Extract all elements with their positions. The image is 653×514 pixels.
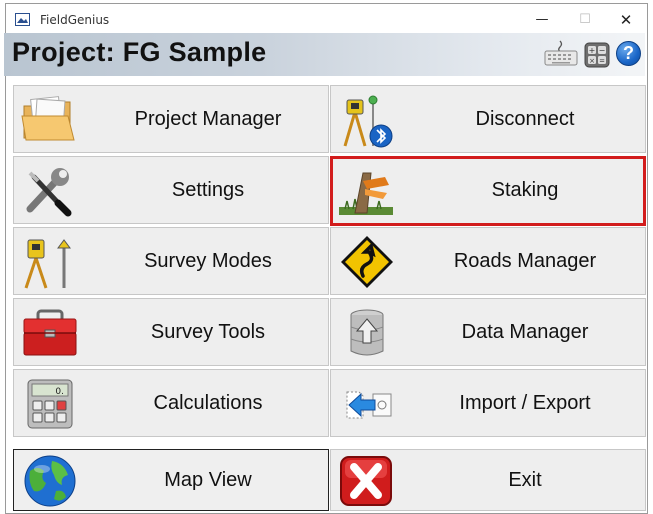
settings-button[interactable]: Settings — [13, 156, 329, 224]
survey-tools-button[interactable]: Survey Tools — [13, 298, 329, 366]
project-header: Project: FG Sample + − × = ? — [4, 33, 645, 76]
maximize-icon: ☐ — [579, 12, 591, 27]
database-icon — [350, 309, 384, 356]
disconnect-instrument-icon — [343, 95, 393, 148]
keyboard-icon[interactable] — [544, 39, 578, 67]
window-title: FieldGenius — [40, 13, 110, 27]
svg-text:0.: 0. — [55, 387, 64, 397]
road-sign-icon — [341, 236, 393, 288]
exit-label: Exit — [508, 468, 542, 491]
minimize-button[interactable]: — — [519, 4, 565, 35]
calculations-label: Calculations — [153, 391, 263, 414]
calculator-icon[interactable]: + − × = — [584, 42, 610, 68]
help-symbol: ? — [623, 43, 634, 63]
exit-x-icon — [340, 456, 392, 506]
staking-button[interactable]: Staking — [330, 156, 646, 224]
app-logo-icon — [15, 13, 30, 26]
toolbox-icon — [23, 309, 77, 356]
survey-instrument-icon — [24, 239, 71, 289]
help-icon[interactable]: ? — [616, 41, 641, 66]
close-icon: ✕ — [619, 10, 633, 29]
stake-icon — [339, 172, 393, 215]
import-export-button[interactable]: Import / Export — [330, 369, 646, 437]
map-view-label: Map View — [164, 468, 252, 491]
data-manager-label: Data Manager — [461, 320, 589, 343]
calculator-icon: 0. — [27, 379, 73, 429]
svg-text:=: = — [599, 57, 605, 65]
data-manager-button[interactable]: Data Manager — [330, 298, 646, 366]
disconnect-label: Disconnect — [475, 107, 575, 130]
settings-label: Settings — [171, 178, 245, 201]
minimize-icon: — — [535, 12, 549, 27]
project-manager-label: Project Manager — [134, 107, 282, 130]
calculations-button[interactable]: 0. Calculations — [13, 369, 329, 437]
maximize-button[interactable]: ☐ — [562, 4, 608, 35]
survey-tools-label: Survey Tools — [150, 320, 266, 343]
map-view-button[interactable]: Map View — [13, 449, 329, 511]
svg-text:−: − — [599, 46, 606, 55]
page-title: Project: FG Sample — [12, 37, 267, 67]
disconnect-button[interactable]: Disconnect — [330, 85, 646, 153]
roads-manager-button[interactable]: Roads Manager — [330, 227, 646, 295]
survey-modes-button[interactable]: Survey Modes — [13, 227, 329, 295]
staking-label: Staking — [491, 178, 559, 201]
svg-text:×: × — [589, 57, 595, 65]
import-export-label: Import / Export — [459, 391, 591, 414]
roads-manager-label: Roads Manager — [453, 249, 597, 272]
globe-icon — [24, 455, 76, 507]
exit-button[interactable]: Exit — [330, 449, 646, 511]
folder-icon — [21, 96, 75, 141]
close-button[interactable]: ✕ — [603, 4, 649, 35]
title-bar: FieldGenius — ☐ ✕ — [6, 4, 647, 36]
import-export-icon — [346, 391, 392, 419]
tools-wrench-screwdriver-icon — [26, 168, 72, 217]
survey-modes-label: Survey Modes — [144, 249, 272, 272]
svg-text:+: + — [589, 46, 596, 55]
project-manager-button[interactable]: Project Manager — [13, 85, 329, 153]
